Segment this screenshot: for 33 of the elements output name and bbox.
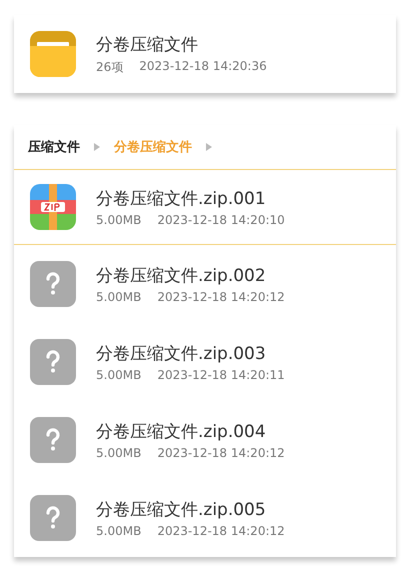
zip-file-icon <box>30 184 76 230</box>
modified-time: 2023-12-18 14:20:11 <box>157 368 285 382</box>
file-name: 分卷压缩文件.zip.001 <box>96 188 267 210</box>
file-name: 分卷压缩文件.zip.005 <box>96 499 267 521</box>
file-row[interactable]: 分卷压缩文件.zip.002 5.00MB 2023-12-18 14:20:12 <box>14 245 396 323</box>
file-row[interactable]: 分卷压缩文件.zip.004 5.00MB 2023-12-18 14:20:12 <box>14 401 396 479</box>
file-size: 5.00MB <box>96 524 142 538</box>
file-row[interactable]: 分卷压缩文件.zip.001 5.00MB 2023-12-18 14:20:10 <box>14 169 396 245</box>
modified-time: 2023-12-18 14:20:10 <box>157 213 285 227</box>
item-count: 26项 <box>96 58 124 76</box>
question-mark-icon <box>30 339 76 385</box>
file-size: 5.00MB <box>96 213 142 227</box>
modified-time: 2023-12-18 14:20:12 <box>157 290 285 304</box>
modified-time: 2023-12-18 14:20:12 <box>157 524 285 538</box>
file-name: 分卷压缩文件.zip.002 <box>96 265 267 287</box>
question-mark-icon <box>30 261 76 307</box>
file-size: 5.00MB <box>96 290 142 304</box>
file-row[interactable]: 分卷压缩文件.zip.003 5.00MB 2023-12-18 14:20:11 <box>14 323 396 401</box>
file-size: 5.00MB <box>96 368 142 382</box>
chevron-right-icon <box>206 143 212 151</box>
modified-time: 2023-12-18 14:20:36 <box>139 58 267 74</box>
breadcrumb-item[interactable]: 压缩文件 <box>28 138 80 156</box>
file-row[interactable]: 分卷压缩文件.zip.005 5.00MB 2023-12-18 14:20:12 <box>14 479 396 557</box>
file-name: 分卷压缩文件.zip.003 <box>96 343 267 365</box>
folder-card[interactable]: 分卷压缩文件 26项 2023-12-18 14:20:36 <box>14 15 396 93</box>
chevron-right-icon <box>94 143 100 151</box>
file-name: 分卷压缩文件.zip.004 <box>96 421 267 443</box>
question-mark-icon <box>30 495 76 541</box>
file-size: 5.00MB <box>96 446 142 460</box>
modified-time: 2023-12-18 14:20:12 <box>157 446 285 460</box>
folder-name: 分卷压缩文件 <box>96 34 199 56</box>
question-mark-icon <box>30 417 76 463</box>
folder-icon <box>30 31 76 77</box>
